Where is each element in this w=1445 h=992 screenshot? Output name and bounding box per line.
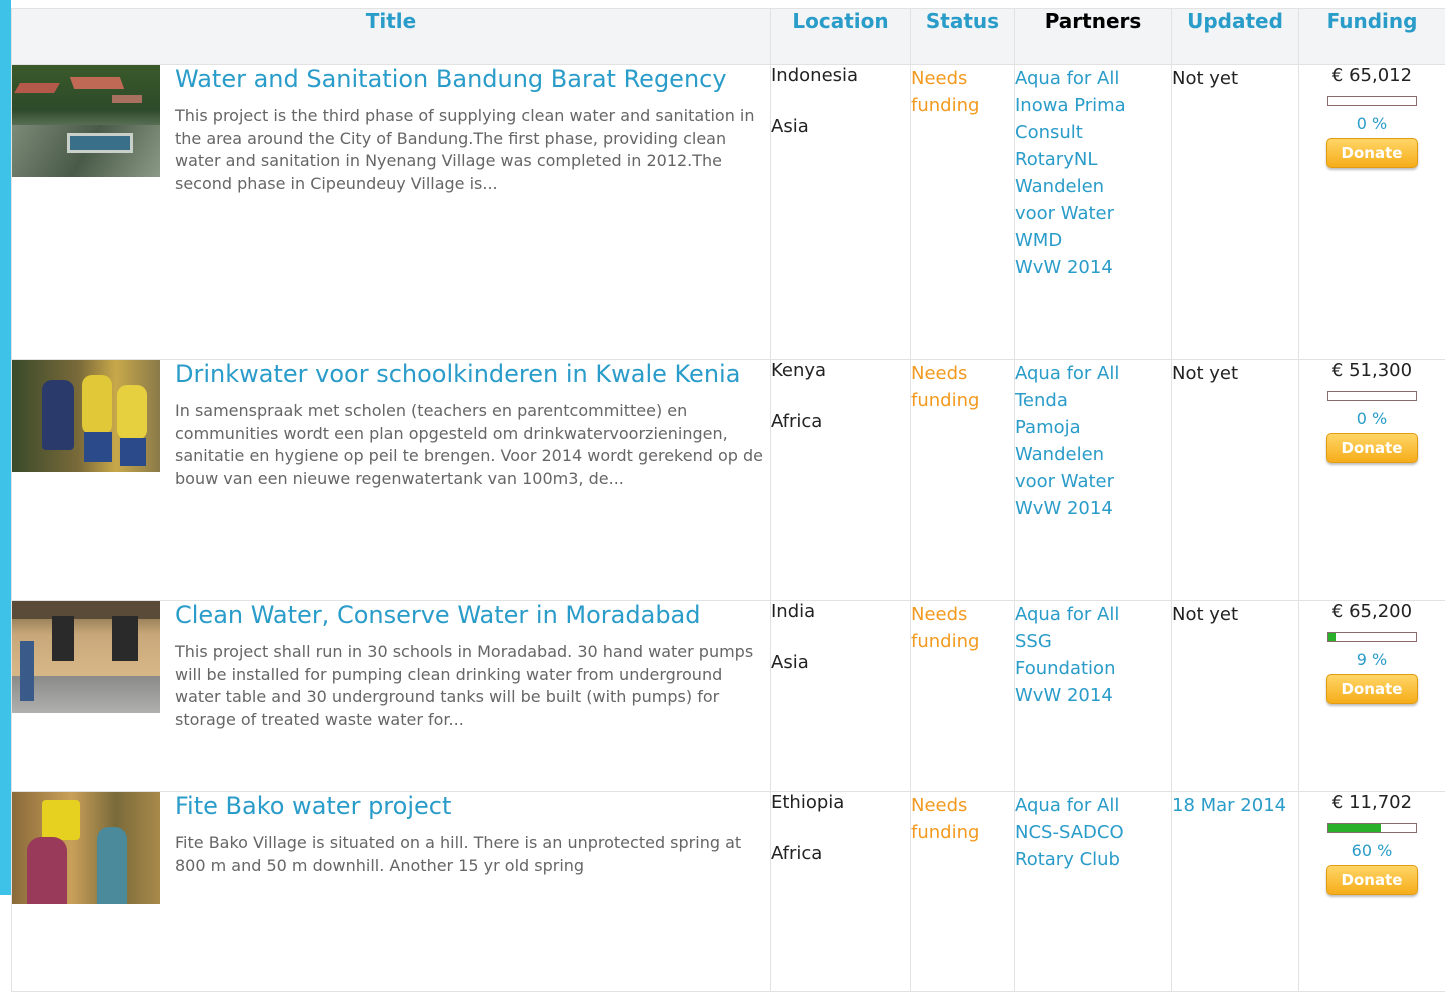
updated-cell: Not yet [1172,601,1299,792]
location-cell: India Asia [771,601,911,792]
partner-link[interactable]: WvW 2014 [1015,254,1171,281]
funding-cell: € 65,012 0 % Donate [1299,65,1445,360]
table-row: Clean Water, Conserve Water in Moradabad… [12,601,1445,792]
funding-cell: € 51,300 0 % Donate [1299,360,1445,601]
funding-amount: € 11,702 [1299,792,1445,814]
column-header-updated[interactable]: Updated [1172,9,1299,65]
status-cell: Needs funding [911,792,1015,992]
partners-cell: Aqua for All Tenda Pamoja Wandelen voor … [1015,360,1172,601]
partner-link[interactable]: WvW 2014 [1015,682,1171,709]
table-row: Drinkwater voor schoolkinderen in Kwale … [12,360,1445,601]
partner-link[interactable]: SSG [1015,628,1171,655]
funding-progress-bar [1327,96,1417,106]
table-row: Water and Sanitation Bandung Barat Regen… [12,65,1445,360]
status-cell: Needs funding [911,601,1015,792]
partners-cell: Aqua for All SSG Foundation WvW 2014 [1015,601,1172,792]
table-header: Title Location Status Partners Updated F… [12,9,1445,65]
funding-progress-bar [1327,632,1417,642]
column-header-partners: Partners [1015,9,1172,65]
region-label: Africa [771,843,910,864]
partner-link[interactable]: Wandelen [1015,173,1171,200]
funding-percent: 9 % [1299,650,1445,669]
updated-cell: Not yet [1172,360,1299,601]
project-thumbnail[interactable] [12,360,160,472]
partners-cell: Aqua for All NCS-SADCO Rotary Club [1015,792,1172,992]
partner-link[interactable]: Foundation [1015,655,1171,682]
title-cell: Fite Bako water project Fite Bako Villag… [12,792,771,992]
location-cell: Ethiopia Africa [771,792,911,992]
partner-link[interactable]: Tenda [1015,387,1171,414]
projects-table: Title Location Status Partners Updated F… [11,8,1445,992]
funding-percent: 60 % [1299,841,1445,860]
funding-cell: € 65,200 9 % Donate [1299,601,1445,792]
top-strip [11,0,1445,8]
region-label: Africa [771,411,910,432]
partner-link[interactable]: WMD [1015,227,1171,254]
left-accent-bar [0,0,11,895]
funding-amount: € 51,300 [1299,360,1445,382]
updated-cell: 18 Mar 2014 [1172,792,1299,992]
project-thumbnail[interactable] [12,65,160,177]
title-cell: Clean Water, Conserve Water in Moradabad… [12,601,771,792]
donate-button[interactable]: Donate [1326,433,1418,463]
column-header-funding[interactable]: Funding [1299,9,1445,65]
funding-amount: € 65,200 [1299,601,1445,623]
donate-button[interactable]: Donate [1326,865,1418,895]
partner-link[interactable]: Aqua for All [1015,65,1171,92]
partner-link[interactable]: Consult [1015,119,1171,146]
donate-button[interactable]: Donate [1326,674,1418,704]
country-label: Indonesia [771,65,910,86]
partner-link[interactable]: Rotary Club [1015,846,1171,873]
partner-link[interactable]: Pamoja [1015,414,1171,441]
location-cell: Indonesia Asia [771,65,911,360]
funding-progress-fill [1328,633,1336,641]
partners-cell: Aqua for All Inowa Prima Consult RotaryN… [1015,65,1172,360]
title-cell: Drinkwater voor schoolkinderen in Kwale … [12,360,771,601]
partner-link[interactable]: Aqua for All [1015,360,1171,387]
partner-link[interactable]: voor Water [1015,200,1171,227]
funding-progress-bar [1327,823,1417,833]
donate-button[interactable]: Donate [1326,138,1418,168]
funding-progress-fill [1328,824,1381,832]
funding-percent: 0 % [1299,114,1445,133]
column-header-title[interactable]: Title [12,9,771,65]
partner-link[interactable]: Aqua for All [1015,792,1171,819]
country-label: Kenya [771,360,910,381]
country-label: Ethiopia [771,792,910,813]
column-header-location[interactable]: Location [771,9,911,65]
partner-link[interactable]: voor Water [1015,468,1171,495]
partner-link[interactable]: Aqua for All [1015,601,1171,628]
column-header-status[interactable]: Status [911,9,1015,65]
funding-percent: 0 % [1299,409,1445,428]
project-thumbnail[interactable] [12,792,160,904]
partner-link[interactable]: NCS-SADCO [1015,819,1171,846]
partner-link[interactable]: WvW 2014 [1015,495,1171,522]
region-label: Asia [771,652,910,673]
status-cell: Needs funding [911,360,1015,601]
table-row: Fite Bako water project Fite Bako Villag… [12,792,1445,992]
location-cell: Kenya Africa [771,360,911,601]
project-thumbnail[interactable] [12,601,160,713]
region-label: Asia [771,116,910,137]
funding-amount: € 65,012 [1299,65,1445,87]
funding-cell: € 11,702 60 % Donate [1299,792,1445,992]
country-label: India [771,601,910,622]
funding-progress-bar [1327,391,1417,401]
partner-link[interactable]: Inowa Prima [1015,92,1171,119]
updated-cell: Not yet [1172,65,1299,360]
status-cell: Needs funding [911,65,1015,360]
partner-link[interactable]: RotaryNL [1015,146,1171,173]
partner-link[interactable]: Wandelen [1015,441,1171,468]
title-cell: Water and Sanitation Bandung Barat Regen… [12,65,771,360]
